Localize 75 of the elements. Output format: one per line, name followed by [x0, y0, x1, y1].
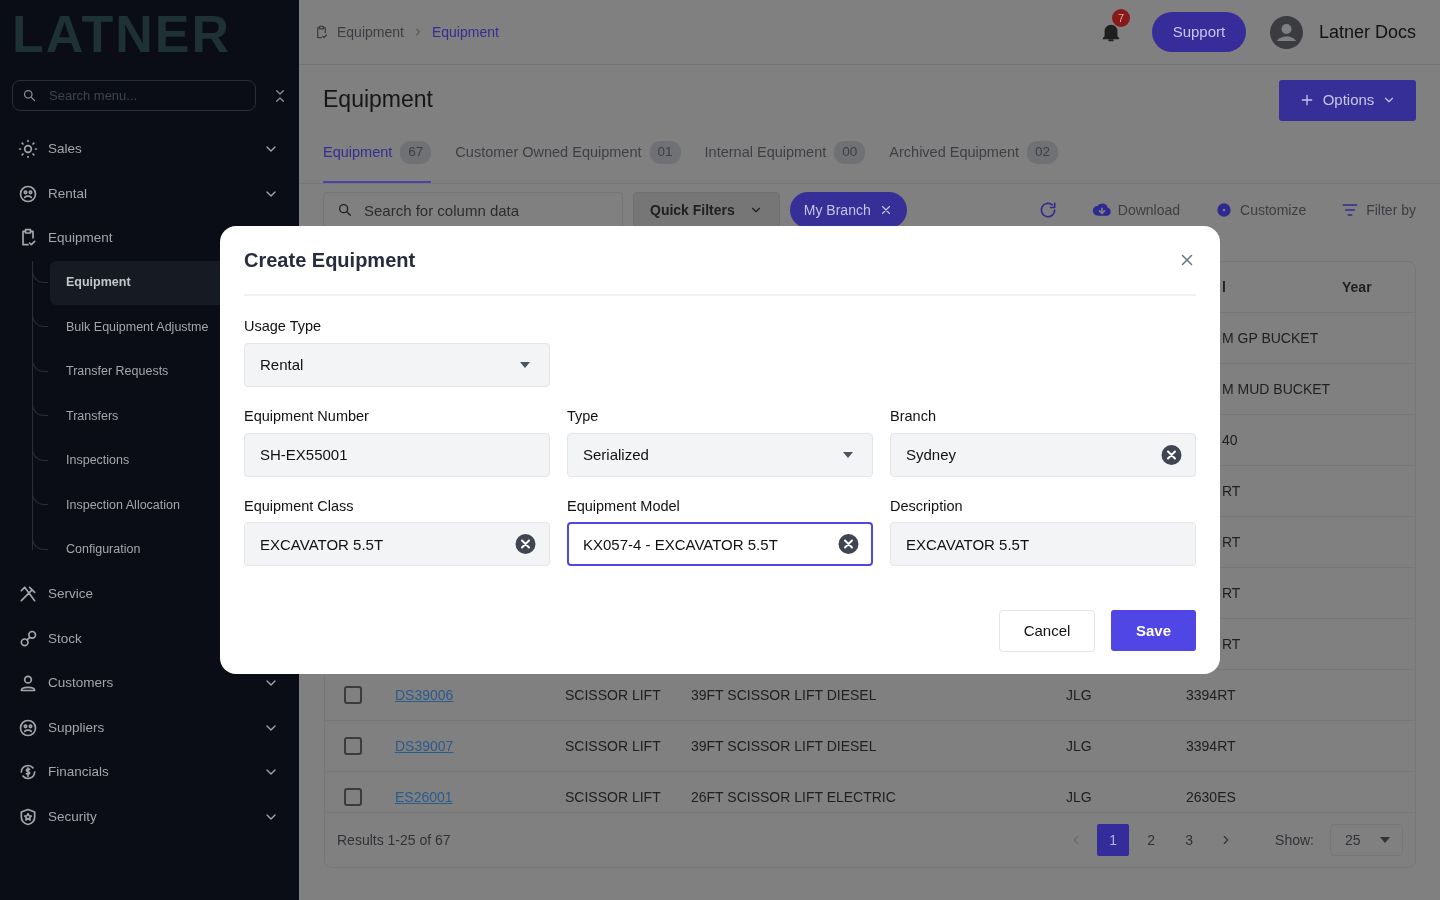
combo-field[interactable]: KX057-4 - EXCAVATOR 5.5T	[567, 522, 873, 567]
field-label: Description	[890, 496, 964, 516]
table-cell-text: 3394RT	[1186, 685, 1236, 705]
combo-field[interactable]: EXCAVATOR 5.5T	[244, 522, 550, 567]
field-label: Type	[567, 406, 600, 426]
field-label: Equipment Number	[244, 406, 370, 426]
face-icon	[18, 183, 38, 204]
table-cell-text: RT	[1222, 583, 1241, 603]
face-icon	[18, 717, 38, 738]
sidebar-item[interactable]: Sales	[12, 127, 287, 172]
sidebar-item[interactable]: Stock	[12, 616, 287, 661]
results-text: Results 1-25 of 67	[337, 830, 451, 850]
field-label: Equipment Class	[244, 496, 355, 516]
sidebar-item[interactable]: Service	[12, 572, 287, 617]
sidebar-item[interactable]: Suppliers	[12, 705, 287, 750]
filter-chip[interactable]: My Branch	[789, 192, 907, 228]
person-icon	[18, 673, 38, 694]
select-field[interactable]: Serialized	[567, 432, 873, 477]
input-field[interactable]: SH-EX55001	[244, 432, 550, 477]
clear-icon[interactable]	[838, 533, 859, 555]
tools-icon	[18, 584, 38, 605]
table-cell-text: JLG	[1066, 736, 1092, 756]
sidebar-item[interactable]: Rental	[12, 171, 287, 216]
page-button[interactable]: 1	[1097, 824, 1130, 856]
user-name[interactable]: Latner Docs	[1318, 18, 1416, 46]
clear-icon[interactable]	[1161, 444, 1182, 465]
row-checkbox[interactable]	[344, 686, 362, 704]
save-button[interactable]: Save	[1111, 610, 1196, 652]
field-label: Branch	[890, 406, 937, 426]
show-label: Show:	[1275, 830, 1314, 850]
table-cell-text: RT	[1222, 481, 1241, 501]
search-icon	[22, 88, 37, 103]
row-checkbox[interactable]	[344, 788, 362, 806]
table-cell-text: RT	[1222, 532, 1241, 552]
table-cell-text: 39FT SCISSOR LIFT DIESEL	[691, 685, 877, 705]
avatar-icon[interactable]	[1269, 15, 1303, 49]
table-cell-text: 40	[1222, 430, 1238, 450]
field-label: Usage Type	[244, 317, 323, 336]
table-search-field[interactable]: Search for column data	[323, 192, 623, 228]
caret-icon	[520, 361, 530, 368]
column-header: Year	[1342, 277, 1372, 297]
table-cell-text: M GP BUCKET	[1222, 328, 1319, 348]
sparkle-icon	[18, 139, 38, 160]
caret-icon	[843, 451, 853, 458]
caret-icon	[1380, 837, 1390, 843]
table-cell-text: 39FT SCISSOR LIFT DIESEL	[691, 736, 877, 756]
clear-icon[interactable]	[515, 533, 536, 555]
row-checkbox[interactable]	[344, 737, 362, 755]
table-cell-text: JLG	[1066, 685, 1092, 705]
select-field[interactable]: Rental	[244, 342, 550, 387]
table-cell-text: 2630ES	[1186, 787, 1236, 807]
combo-field[interactable]: Sydney	[890, 432, 1196, 477]
table-cell-text: 26FT SCISSOR LIFT ELECTRIC	[691, 787, 896, 807]
table-cell-text: JLG	[1066, 787, 1092, 807]
support-button[interactable]: Support	[1151, 12, 1246, 52]
options-button[interactable]: Options	[1279, 79, 1416, 121]
column-header: l	[1222, 277, 1226, 297]
field-label: Equipment Model	[567, 496, 681, 516]
notification-badge: 7	[1111, 9, 1130, 27]
search-icon	[337, 202, 353, 218]
table-cell-text: 3394RT	[1186, 736, 1236, 756]
table-cell-text: SCISSOR LIFT	[565, 787, 661, 807]
quick-filters-button[interactable]: Quick Filters	[633, 192, 780, 228]
table-cell-text: M MUD BUCKET	[1222, 379, 1331, 399]
page-title: Equipment	[323, 86, 433, 114]
table-cell-text: SCISSOR LIFT	[565, 685, 661, 705]
clipboard-icon	[314, 24, 329, 40]
shield-icon	[18, 806, 38, 827]
table-cell-text: SCISSOR LIFT	[565, 736, 661, 756]
table-cell-text: RT	[1222, 634, 1241, 654]
input-field[interactable]: EXCAVATOR 5.5T	[890, 522, 1196, 567]
cancel-button[interactable]: Cancel	[999, 610, 1095, 653]
sidebar-item[interactable]: Security	[12, 794, 287, 839]
sidebar-item[interactable]: Customers	[12, 661, 287, 706]
sidebar-item[interactable]: Financials	[12, 750, 287, 795]
